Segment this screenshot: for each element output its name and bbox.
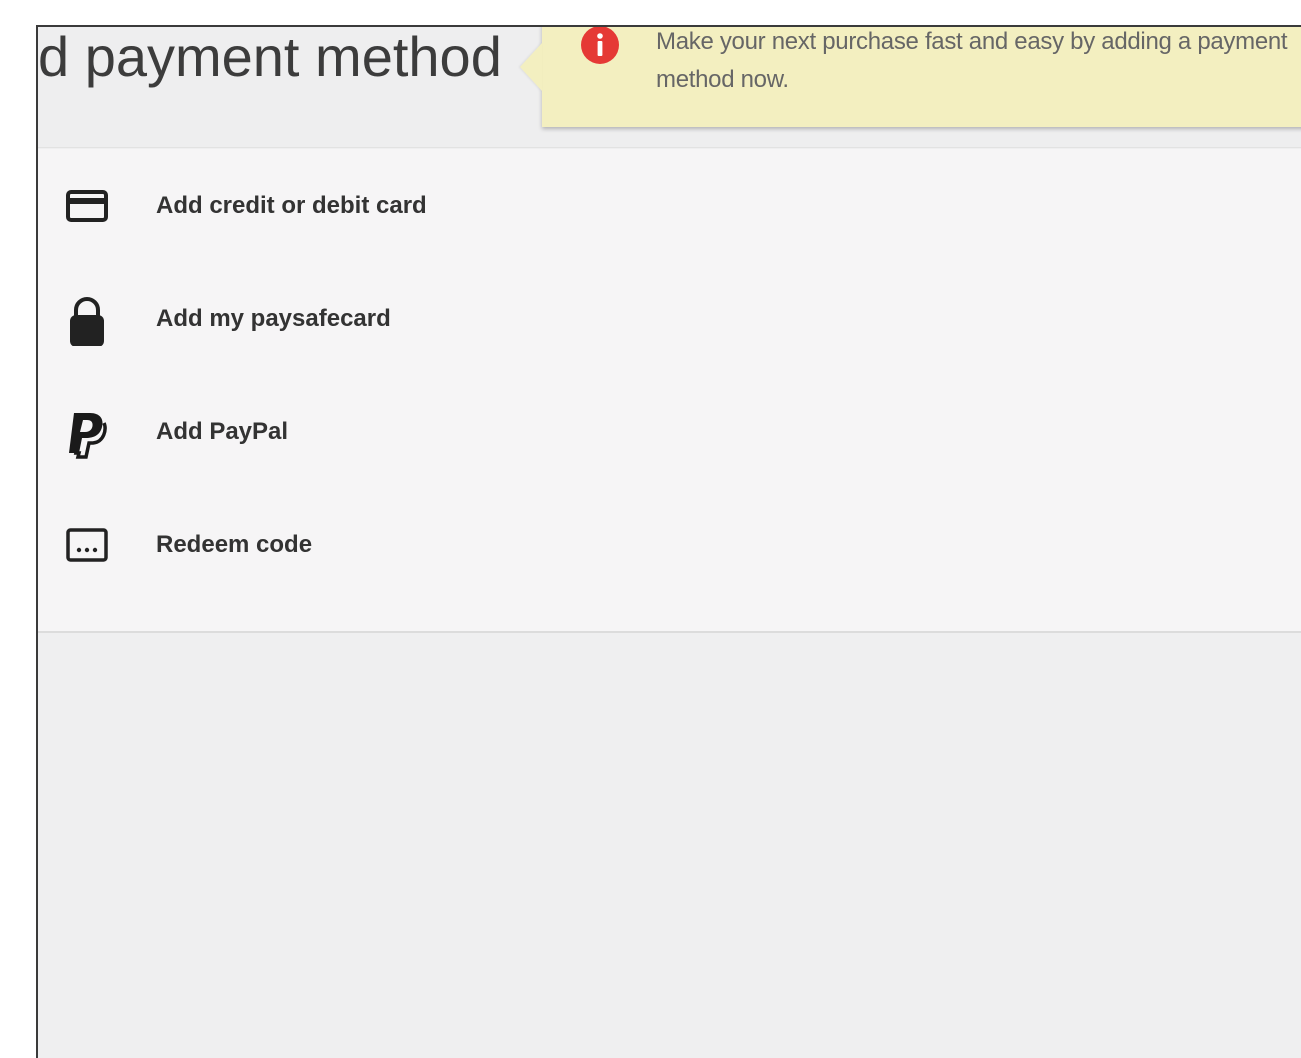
- redeem-code-option[interactable]: Redeem code: [38, 500, 1301, 590]
- info-tooltip: Make your next purchase fast and easy by…: [542, 27, 1301, 127]
- lock-icon: [70, 297, 104, 346]
- option-label: Redeem code: [156, 531, 313, 558]
- dialog-header: d payment method Make your next purchase…: [38, 27, 1301, 148]
- payment-options-list: Add credit or debit card Add my paysafec…: [38, 149, 1301, 633]
- tooltip-message: Make your next purchase fast and easy by…: [656, 28, 1288, 93]
- option-label: Add PayPal: [156, 418, 289, 445]
- info-icon: [581, 27, 619, 64]
- page-title: d payment method: [38, 25, 502, 88]
- add-paypal-option[interactable]: Add PayPal: [38, 387, 1301, 477]
- redeem-code-icon: [66, 528, 108, 562]
- add-paysafecard-option[interactable]: Add my paysafecard: [38, 274, 1301, 364]
- paypal-icon: [69, 413, 107, 459]
- add-credit-card-option[interactable]: Add credit or debit card: [38, 161, 1301, 251]
- payment-dialog: d payment method Make your next purchase…: [36, 25, 1301, 1058]
- option-label: Add my paysafecard: [156, 305, 391, 332]
- option-label: Add credit or debit card: [156, 192, 427, 219]
- credit-card-icon: [66, 190, 108, 222]
